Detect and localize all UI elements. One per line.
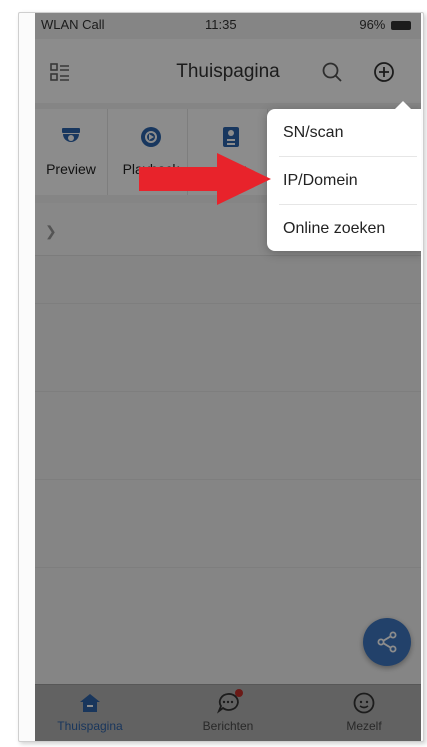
- menu-item-ip-domain[interactable]: IP/Domein: [267, 157, 421, 204]
- add-device-menu: SN/scan IP/Domein Online zoeken: [267, 101, 421, 252]
- menu-item-sn-scan[interactable]: SN/scan: [267, 109, 421, 156]
- screenshot-frame: WLAN Call 11:35 96% Thuispagina Preview …: [18, 12, 424, 742]
- phone-screen: WLAN Call 11:35 96% Thuispagina Preview …: [35, 13, 421, 741]
- red-arrow-annotation: [139, 153, 271, 205]
- menu-item-online-search[interactable]: Online zoeken: [267, 205, 421, 252]
